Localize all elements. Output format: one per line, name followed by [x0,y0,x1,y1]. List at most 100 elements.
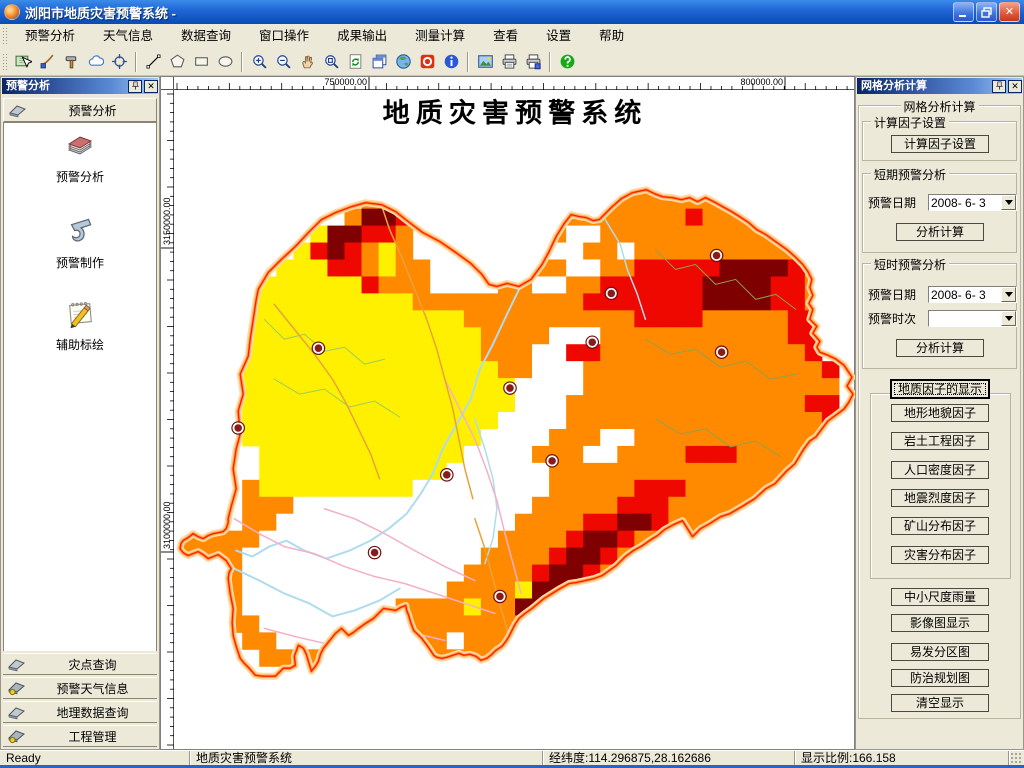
copy-window-icon[interactable] [367,50,391,74]
cloud-icon[interactable] [83,50,107,74]
book-icon [4,129,156,166]
menu-item-窗口操作[interactable]: 窗口操作 [245,24,323,48]
short-time-analyze-button[interactable]: 分析计算 [896,339,984,357]
right-panel-close-icon[interactable]: ✕ [1008,79,1022,93]
town-marker[interactable] [714,345,729,359]
town-marker[interactable] [503,381,517,395]
tool-a-icon [6,704,28,720]
pin-icon[interactable] [128,79,142,93]
info-icon[interactable] [439,50,463,74]
status-cell-2: 经纬度:114.296875,28.162686 [543,751,795,765]
display-button-防治规划图[interactable]: 防治规划图 [891,669,989,687]
geology-factors-display-button[interactable]: 地质因子的显示 [891,380,989,398]
chevron-down-icon[interactable] [1001,287,1016,302]
warning-date-combobox[interactable]: 2008- 6- 3 [928,286,1017,303]
print-setup-icon[interactable] [521,50,545,74]
town-marker[interactable] [311,341,326,355]
display-button-清空显示[interactable]: 清空显示 [891,694,989,712]
draw-polygon-icon[interactable] [165,50,189,74]
zoom-window-icon[interactable] [319,50,343,74]
draw-rectangle-icon[interactable] [189,50,213,74]
paint-icon[interactable] [35,50,59,74]
draw-ellipse-icon[interactable] [213,50,237,74]
sidebar-item-工程管理[interactable]: 工程管理 [3,725,157,747]
status-cells: Ready 地质灾害预警系统 经纬度:114.296875,28.162686 显示比… [0,751,1024,765]
pin-icon[interactable] [992,79,1006,93]
menu-item-帮助[interactable]: 帮助 [585,24,638,48]
warning-hour-combobox[interactable] [928,310,1017,327]
map-canvas[interactable]: 地质灾害预警系统 [174,90,856,751]
restore-button[interactable] [976,2,997,22]
window-titlebar[interactable]: 浏阳市地质灾害预警系统 - ✕ [0,0,1024,24]
factor-button-岩土工程因子[interactable]: 岩土工程因子 [891,432,989,451]
sidebar-item-label: 预警天气信息 [56,681,129,696]
map-select-icon[interactable] [11,50,35,74]
toolbar-separator [135,51,137,72]
resize-grip[interactable] [1010,752,1022,764]
tool-b-icon [6,680,28,696]
hammer-icon[interactable] [59,50,83,74]
locate-icon[interactable] [107,50,131,74]
menu-item-数据查询[interactable]: 数据查询 [167,24,245,48]
town-marker[interactable] [439,468,454,482]
zoom-out-icon[interactable] [271,50,295,74]
factor-button-地形地貌因子[interactable]: 地形地貌因子 [891,404,989,422]
left-panel-section-header[interactable]: 预警分析 [3,98,157,122]
factor-settings-button[interactable]: 计算因子设置 [891,135,989,153]
sidebar-item-预警天气信息[interactable]: 预警天气信息 [3,677,157,699]
tool-item-预警分析[interactable]: 预警分析 [4,129,156,185]
display-button-中小尺度雨量[interactable]: 中小尺度雨量 [891,588,989,606]
image-view-icon[interactable] [473,50,497,74]
town-marker[interactable] [709,248,724,263]
display-button-影像图显示[interactable]: 影像图显示 [891,614,989,632]
menu-item-查看[interactable]: 查看 [479,24,532,48]
map-svg[interactable]: 地质灾害预警系统 [174,90,856,751]
warning-date-combobox[interactable]: 2008- 6- 3 [928,194,1017,211]
chevron-down-icon[interactable] [1001,195,1016,210]
menubar-grip[interactable] [2,27,8,45]
town-marker[interactable] [545,454,559,468]
help-icon[interactable] [555,50,579,74]
toolbar [0,48,1024,76]
warning-date-value: 2008- 6- 3 [931,287,986,302]
menu-item-测量计算[interactable]: 测量计算 [401,24,479,48]
right-panel-caption[interactable]: 网格分析计算 ✕ [857,78,1022,94]
v-ruler-scale: 3150000.00 3100000.00 [161,93,174,746]
menu-item-设置[interactable]: 设置 [532,24,585,48]
pan-hand-icon[interactable] [295,50,319,74]
factor-button-人口密度因子[interactable]: 人口密度因子 [891,460,989,479]
display-button-易发分区图[interactable]: 易发分区图 [891,643,989,661]
globe-icon[interactable] [391,50,415,74]
stop-icon[interactable] [415,50,439,74]
town-marker[interactable] [604,286,619,301]
toolbar-grip[interactable] [2,52,8,71]
close-button[interactable]: ✕ [999,2,1020,22]
sidebar-item-label: 工程管理 [68,729,117,744]
print-icon[interactable] [497,50,521,74]
refresh-view-icon[interactable] [343,50,367,74]
short-term-analyze-button[interactable]: 分析计算 [896,223,984,241]
sidebar-item-地理数据查询[interactable]: 地理数据查询 [3,701,157,723]
left-panel-caption[interactable]: 预警分析 ✕ [2,78,158,94]
town-marker[interactable] [367,545,382,560]
tool-item-预警制作[interactable]: 预警制作 [4,213,156,271]
factor-settings-legend: 计算因子设置 [871,114,950,131]
vertical-ruler: 3150000.00 3100000.00 [161,90,174,749]
menu-item-天气信息[interactable]: 天气信息 [89,24,167,48]
menu-item-预警分析[interactable]: 预警分析 [11,24,89,48]
menu-item-成果输出[interactable]: 成果输出 [323,24,401,48]
town-marker[interactable] [585,335,600,350]
minimize-button[interactable] [953,2,974,22]
town-marker[interactable] [493,589,507,604]
sidebar-item-label: 地理数据查询 [56,705,129,720]
chevron-down-icon[interactable] [1001,311,1016,326]
sidebar-item-灾点查询[interactable]: 灾点查询 [3,653,157,675]
draw-line-icon[interactable] [141,50,165,74]
town-marker[interactable] [231,421,246,435]
left-panel-close-icon[interactable]: ✕ [144,79,158,93]
factor-button-灾害分布因子[interactable]: 灾害分布因子 [891,545,989,564]
factor-button-矿山分布因子[interactable]: 矿山分布因子 [891,517,989,536]
zoom-in-icon[interactable] [247,50,271,74]
factor-button-地震烈度因子[interactable]: 地震烈度因子 [891,488,989,507]
tool-item-辅助标绘[interactable]: 辅助标绘 [4,295,156,353]
